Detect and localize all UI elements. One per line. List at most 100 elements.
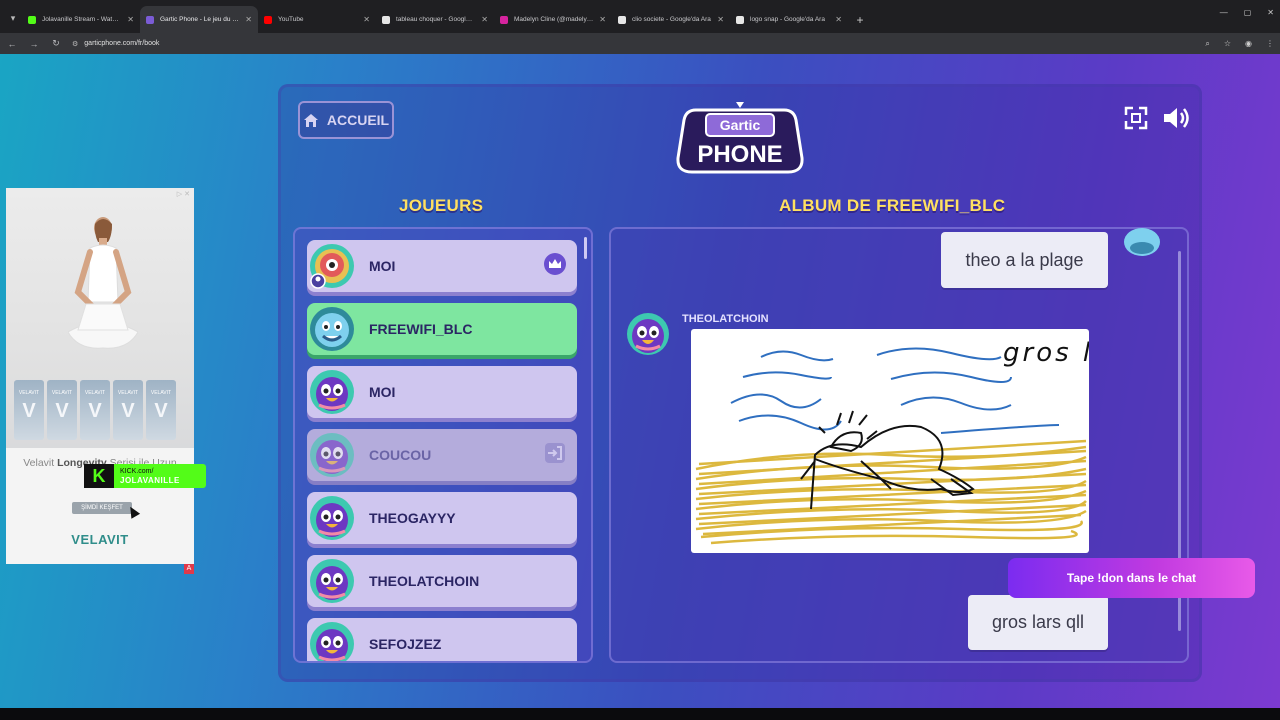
players-scrollbar[interactable] bbox=[584, 237, 587, 259]
tab-label: Madelyn Cline (@madelyncline) bbox=[514, 16, 594, 23]
tab-close-icon[interactable]: ✕ bbox=[717, 15, 724, 24]
ad-badge: A bbox=[184, 564, 194, 574]
player-name: MOI bbox=[369, 384, 396, 400]
address-bar-actions: ⌕ ☆ ◉ ⋮ bbox=[1205, 39, 1274, 49]
player-name: THEOGAYYY bbox=[369, 510, 456, 526]
tab-label: clio societe - Google'da Ara bbox=[632, 16, 711, 23]
drawing-canvas: gros lard bbox=[691, 329, 1089, 553]
url-field[interactable]: ⚙ garticphone.com/fr/book bbox=[72, 40, 159, 48]
player-name: COUCOU bbox=[369, 447, 432, 463]
address-bar: ← → ↻ ⚙ garticphone.com/fr/book ⌕ ☆ ◉ ⋮ bbox=[0, 33, 1280, 54]
site-info-icon[interactable]: ⚙ bbox=[72, 40, 78, 48]
tab-close-icon[interactable]: ✕ bbox=[599, 15, 606, 24]
meditating-woman-image bbox=[68, 217, 138, 349]
minimize-icon[interactable]: — bbox=[1220, 8, 1228, 17]
new-tab-icon[interactable]: + bbox=[848, 6, 872, 33]
player-avatar bbox=[309, 432, 355, 478]
bottom-strip bbox=[0, 708, 1280, 720]
browser-tab[interactable]: Jolavanille Stream - Watch Live ✕ bbox=[22, 6, 140, 33]
svg-text:Gartic: Gartic bbox=[720, 117, 761, 133]
tab-favicon-icon bbox=[146, 15, 154, 24]
player-name: MOI bbox=[369, 258, 396, 274]
browser-tab[interactable]: clio societe - Google'da Ara ✕ bbox=[612, 6, 730, 33]
album-text-bubble: theo a la plage bbox=[941, 232, 1108, 288]
player-row[interactable]: COUCOU bbox=[307, 429, 577, 481]
player-row[interactable]: MOI bbox=[307, 240, 577, 292]
ad-photo: VELAVIT V VELAVIT V VELAVIT V VELAVIT V VELA… bbox=[6, 188, 194, 448]
window-controls: — ▢ ✕ bbox=[1220, 8, 1274, 17]
advertisement[interactable]: VELAVIT V VELAVIT V VELAVIT V VELAVIT V VELA… bbox=[6, 188, 194, 564]
browser-tab[interactable]: logo snap - Google'da Ara ✕ bbox=[730, 6, 848, 33]
drawing-image: gros lard bbox=[695, 338, 1089, 545]
bird-avatar bbox=[1124, 228, 1160, 256]
players-heading: JOUEURS bbox=[399, 196, 484, 215]
tab-close-icon[interactable]: ✕ bbox=[245, 15, 252, 24]
reload-icon[interactable]: ↻ bbox=[50, 38, 62, 49]
gartic-phone-logo: Gartic PHONE bbox=[676, 102, 804, 174]
svg-text:PHONE: PHONE bbox=[697, 141, 782, 168]
crown-icon bbox=[543, 252, 567, 281]
browser-tab[interactable]: Gartic Phone - Le jeu du téléphone ✕ bbox=[140, 6, 258, 33]
left-game-icon bbox=[543, 441, 567, 470]
adchoices-icon[interactable]: ▷ ✕ bbox=[177, 190, 190, 198]
players-list[interactable]: MOI FREEWIFI_BLC MOI COUCOU THEOGAYYY THEOLAT… bbox=[293, 227, 593, 663]
player-row[interactable]: THEOGAYYY bbox=[307, 492, 577, 544]
kick-channel: JOLAVANILLE bbox=[120, 476, 180, 485]
bottle: VELAVIT V bbox=[80, 380, 110, 440]
player-avatar bbox=[309, 495, 355, 541]
tab-favicon-icon bbox=[736, 15, 744, 24]
tab-strip: Jolavanille Stream - Watch Live✕Gartic P… bbox=[22, 6, 848, 33]
chat-donation-banner: Tape !don dans le chat bbox=[1008, 558, 1255, 598]
back-icon[interactable]: ← bbox=[6, 39, 18, 49]
bottle: VELAVIT V bbox=[113, 380, 143, 440]
ad-brand-logo: VELAVIT bbox=[71, 532, 129, 547]
fullscreen-icon[interactable] bbox=[1124, 106, 1148, 130]
url-text: garticphone.com/fr/book bbox=[84, 40, 160, 47]
tab-close-icon[interactable]: ✕ bbox=[835, 15, 842, 24]
svg-text:gros lard: gros lard bbox=[1003, 338, 1089, 368]
player-name: SEFOJZEZ bbox=[369, 636, 442, 652]
player-row[interactable]: MOI bbox=[307, 366, 577, 418]
kick-overlay: K KICK.com/ JOLAVANILLE bbox=[84, 464, 206, 488]
profile-icon[interactable]: ◉ bbox=[1245, 39, 1252, 49]
forward-icon[interactable]: → bbox=[28, 39, 40, 49]
tab-label: Gartic Phone - Le jeu du téléphone bbox=[160, 16, 239, 23]
tab-label: Jolavanille Stream - Watch Live bbox=[42, 16, 121, 23]
player-row[interactable]: FREEWIFI_BLC bbox=[307, 303, 577, 355]
player-avatar bbox=[309, 369, 355, 415]
tab-label: logo snap - Google'da Ara bbox=[750, 16, 825, 23]
player-avatar bbox=[309, 621, 355, 661]
bookmark-star-icon[interactable]: ☆ bbox=[1224, 39, 1231, 49]
player-avatar bbox=[309, 558, 355, 604]
tab-favicon-icon bbox=[382, 15, 390, 24]
player-row[interactable]: THEOLATCHOIN bbox=[307, 555, 577, 607]
tab-favicon-icon bbox=[264, 15, 272, 24]
bottle: VELAVIT V bbox=[146, 380, 176, 440]
browser-tab[interactable]: Madelyn Cline (@madelyncline) ✕ bbox=[494, 6, 612, 33]
bottle: VELAVIT V bbox=[47, 380, 77, 440]
bird-avatar bbox=[627, 313, 669, 355]
album-text-bubble: gros lars qll bbox=[968, 595, 1108, 650]
kick-url: KICK.com/ bbox=[120, 468, 154, 475]
tab-search-icon[interactable]: ▾ bbox=[4, 3, 22, 33]
close-window-icon[interactable]: ✕ bbox=[1267, 8, 1274, 17]
tab-close-icon[interactable]: ✕ bbox=[127, 15, 134, 24]
player-avatar bbox=[309, 243, 355, 289]
tab-favicon-icon bbox=[500, 15, 508, 24]
tab-close-icon[interactable]: ✕ bbox=[481, 15, 488, 24]
ad-cta-button[interactable]: ŞİMDİ KEŞFET bbox=[72, 502, 132, 514]
album-heading: ALBUM DE FREEWIFI_BLC bbox=[779, 196, 1006, 215]
home-button[interactable]: ACCUEIL bbox=[298, 101, 394, 139]
sound-icon[interactable] bbox=[1162, 106, 1190, 130]
tab-label: tableau choquer - Google'da Ara bbox=[396, 16, 476, 23]
tab-label: YouTube bbox=[278, 16, 304, 23]
home-icon bbox=[303, 113, 318, 127]
tab-close-icon[interactable]: ✕ bbox=[363, 15, 370, 24]
kick-logo-icon: K bbox=[84, 464, 114, 488]
maximize-icon[interactable]: ▢ bbox=[1244, 8, 1252, 17]
browser-tab[interactable]: tableau choquer - Google'da Ara ✕ bbox=[376, 6, 494, 33]
zoom-icon[interactable]: ⌕ bbox=[1205, 39, 1209, 49]
browser-tab[interactable]: YouTube ✕ bbox=[258, 6, 376, 33]
player-row[interactable]: SEFOJZEZ bbox=[307, 618, 577, 661]
menu-icon[interactable]: ⋮ bbox=[1266, 39, 1274, 49]
